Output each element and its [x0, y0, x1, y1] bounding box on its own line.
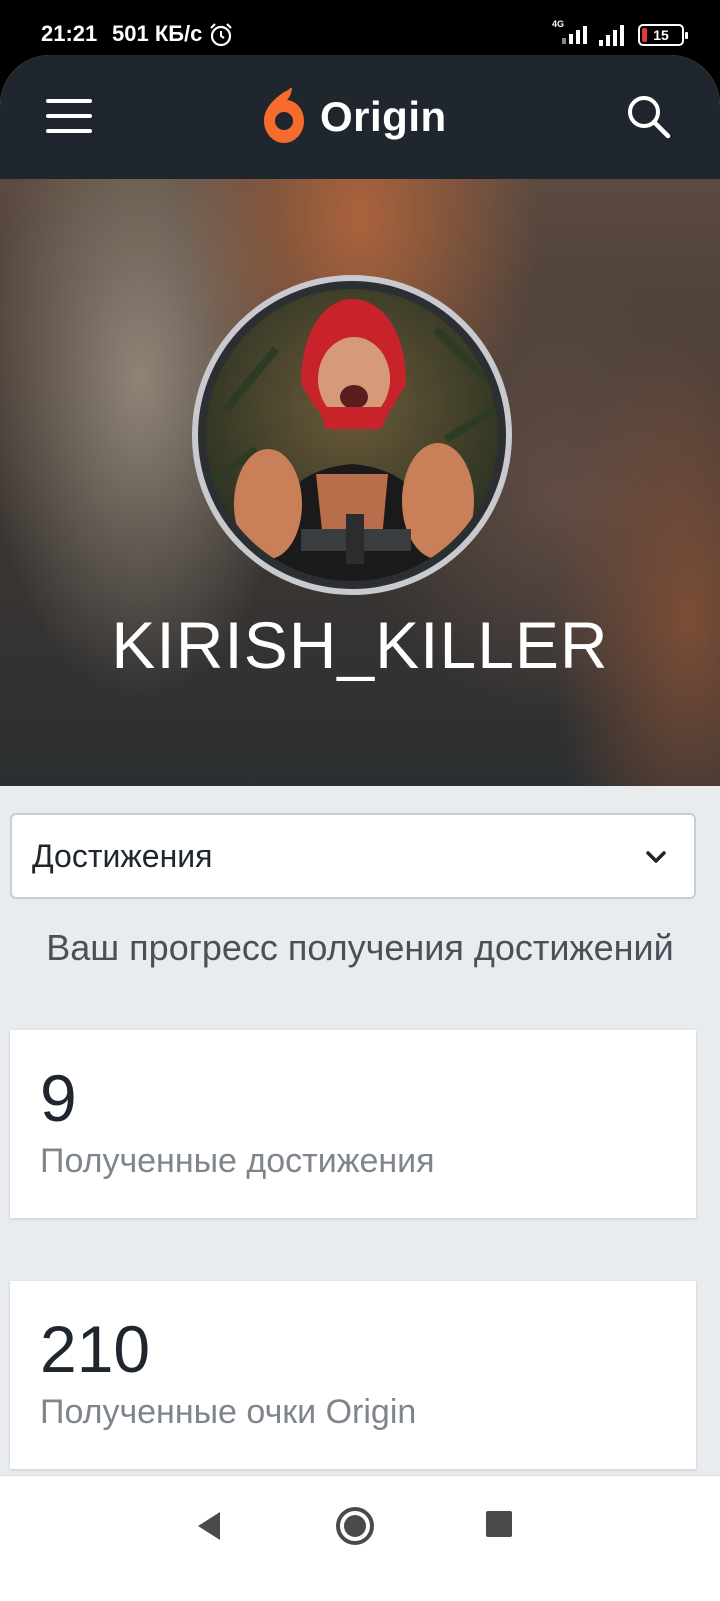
stat-value: 9	[40, 1061, 77, 1135]
system-nav-bar	[0, 1475, 720, 1601]
progress-title: Ваш прогресс получения достижений	[46, 927, 674, 968]
origin-logo[interactable]: Origin	[262, 87, 447, 147]
stat-card-achievements: 9 Полученные достижения	[10, 1030, 696, 1218]
battery-level: 15	[653, 27, 669, 43]
status-bar: 21:21 501 КБ/с 4G 15	[0, 0, 720, 56]
chevron-down-icon	[646, 851, 666, 863]
recent-apps-icon[interactable]	[486, 1511, 512, 1537]
search-icon[interactable]	[625, 93, 671, 139]
app-header: Origin	[0, 55, 720, 179]
stat-value: 210	[40, 1312, 151, 1386]
signal-icon	[599, 25, 624, 46]
profile-hero: KIRISH_KILLER	[0, 179, 720, 786]
app-screen: Origin KIRISH_KILLER Достижения Ваш прог…	[0, 55, 720, 1505]
stat-caption: Полученные очки Origin	[40, 1393, 417, 1431]
mobile-signal-4g-icon: 4G	[552, 19, 587, 44]
avatar[interactable]	[206, 289, 498, 581]
alarm-icon	[210, 23, 232, 47]
svg-text:4G: 4G	[552, 19, 564, 29]
logo-text: Origin	[320, 93, 447, 140]
section-select[interactable]: Достижения	[10, 813, 696, 899]
hamburger-menu-icon[interactable]	[46, 99, 92, 133]
status-speed: 501 КБ/с	[112, 21, 203, 46]
stat-caption: Полученные достижения	[40, 1142, 435, 1180]
origin-logo-icon	[264, 88, 304, 143]
section-select-value: Достижения	[32, 838, 213, 874]
battery-icon: 15	[638, 24, 688, 46]
status-time: 21:21	[41, 21, 98, 46]
profile-username: KIRISH_KILLER	[111, 608, 609, 682]
home-icon[interactable]	[333, 1504, 377, 1548]
stat-card-points: 210 Полученные очки Origin	[10, 1281, 696, 1469]
avatar-image	[206, 289, 498, 581]
back-icon[interactable]	[190, 1506, 230, 1546]
